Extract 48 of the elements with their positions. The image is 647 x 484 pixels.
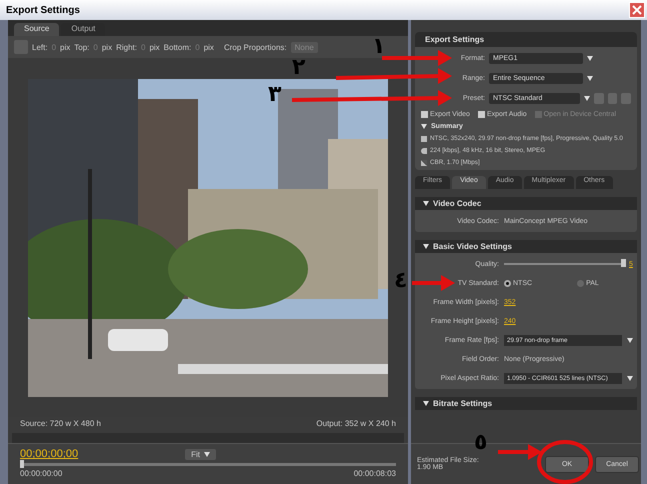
slider-thumb[interactable] — [621, 259, 626, 267]
crop-label: Right: — [116, 42, 137, 52]
end-time: 00:00:08:03 — [354, 469, 396, 478]
bitrate-icon — [421, 160, 427, 166]
timeline-track[interactable] — [20, 463, 396, 466]
caret-icon[interactable] — [204, 452, 210, 456]
caret-icon[interactable] — [584, 96, 590, 101]
checkbox[interactable] — [421, 111, 428, 118]
handwritten-numeral: ٢ — [292, 57, 306, 79]
arrow — [498, 444, 542, 460]
radio-button[interactable] — [504, 280, 511, 286]
handwritten-numeral: ١ — [372, 36, 386, 58]
collapse-icon[interactable] — [423, 401, 429, 406]
handwritten-numeral: ٤ — [394, 270, 408, 292]
crop-label: Left: — [32, 42, 48, 52]
crop-label: Top: — [74, 42, 90, 52]
checkbox[interactable] — [478, 111, 485, 118]
caret-icon[interactable] — [627, 376, 633, 380]
tab[interactable]: Source — [14, 23, 60, 36]
unit-label: pix — [204, 42, 214, 52]
unit-label: pix — [102, 42, 112, 52]
collapse-icon[interactable] — [423, 201, 429, 206]
start-time: 00:00:00:00 — [20, 469, 62, 478]
section-header[interactable]: Bitrate Settings — [433, 399, 492, 408]
caret-icon[interactable] — [587, 56, 593, 61]
crop-label: Bottom: — [164, 42, 192, 52]
scrollbar[interactable] — [12, 433, 404, 443]
crop-proportions-label: Crop Proportions: — [224, 42, 287, 52]
collapse-icon[interactable] — [421, 124, 427, 129]
arrow — [412, 275, 455, 291]
close-icon[interactable] — [629, 2, 645, 18]
panel-title: Export Settings — [415, 32, 637, 47]
timecode[interactable]: 00;00;00;00 — [20, 448, 78, 460]
caret-icon[interactable] — [627, 338, 633, 342]
audio-icon — [421, 148, 427, 154]
section-header[interactable]: Video Codec — [433, 199, 482, 208]
unit-label: pix — [60, 42, 70, 52]
collapse-icon[interactable] — [423, 244, 429, 249]
unit-label: pix — [149, 42, 160, 52]
window-title: Export Settings — [6, 4, 80, 16]
caret-icon[interactable] — [587, 76, 593, 81]
radio-button[interactable] — [577, 280, 584, 286]
handwritten-numeral: ٣ — [268, 84, 282, 106]
circle-mark — [537, 440, 593, 484]
output-size: Output: 352 w X 240 h — [316, 419, 396, 430]
arrow — [382, 50, 452, 66]
handwritten-numeral: ٥ — [474, 432, 488, 454]
source-size: Source: 720 w X 480 h — [20, 419, 101, 430]
